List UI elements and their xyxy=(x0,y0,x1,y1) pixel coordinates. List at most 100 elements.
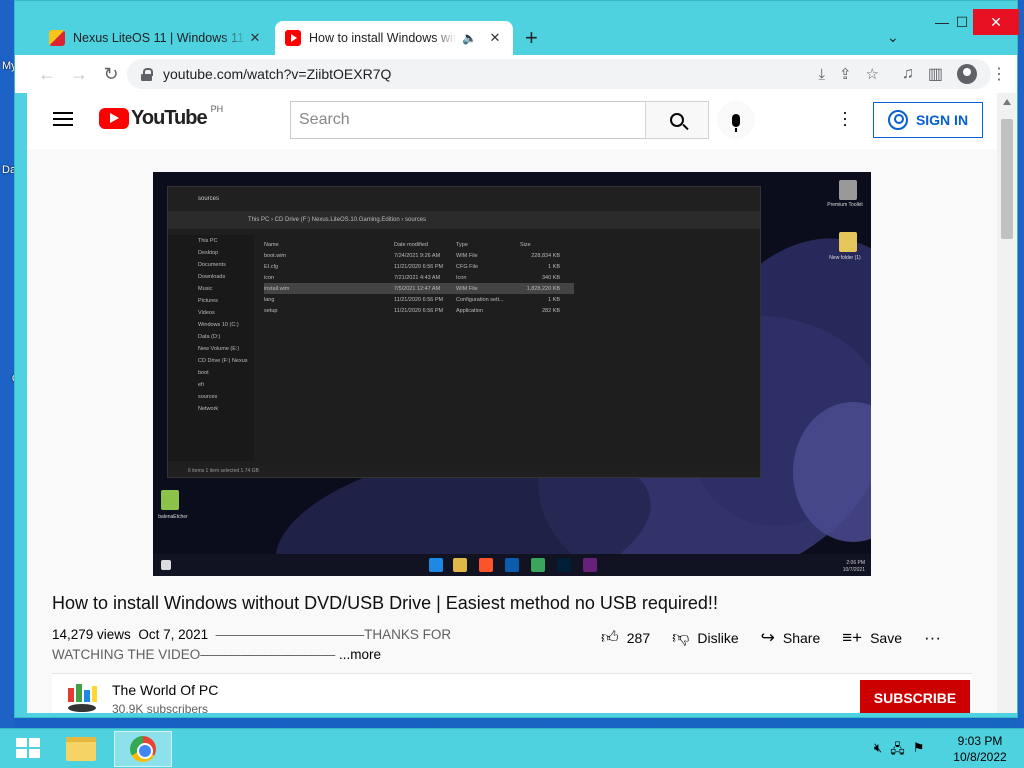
flag-icon[interactable]: ⚑ xyxy=(913,740,925,762)
system-tray: 🔇︎ 🖧 ⚑ xyxy=(874,740,924,762)
video-clock: 2:06 PM 10/7/2021 xyxy=(842,560,865,573)
sidebar-item: Data (D:) xyxy=(198,334,221,340)
channel-row: The World Of PC 30.9K subscribers SUBSCR… xyxy=(52,673,972,713)
page-scrollbar[interactable] xyxy=(997,93,1017,713)
thumbs-down-icon: 👎︎ xyxy=(672,628,690,647)
youtube-favicon-icon xyxy=(285,30,301,46)
sidebar-item: boot xyxy=(198,370,209,376)
youtube-play-icon xyxy=(99,108,129,129)
more-actions-button[interactable]: ··· xyxy=(924,628,941,648)
desktop-icon-label: balenaEtcher xyxy=(158,514,188,520)
volume-muted-icon[interactable]: 🔇︎ xyxy=(874,740,882,762)
start-button[interactable] xyxy=(0,731,58,767)
taskbar-clock[interactable]: 9:03 PM 10/8/2022 xyxy=(950,733,1010,765)
clock-date: 10/8/2022 xyxy=(953,750,1007,764)
sidebar-item: This PC xyxy=(198,238,218,244)
browser-toolbar: ← → ↻ youtube.com/watch?v=ZiibtOEXR7Q ⤓ … xyxy=(15,55,1017,93)
video-player[interactable]: sources This PC › CD Drive (F:) Nexus.Li… xyxy=(153,172,871,576)
more-horizontal-icon: ··· xyxy=(924,627,941,647)
media-control-icon[interactable]: ♫ xyxy=(902,65,914,83)
lock-icon[interactable] xyxy=(141,67,153,81)
subscribe-button[interactable]: SUBSCRIBE xyxy=(860,680,970,713)
share-button[interactable]: ↪ Share xyxy=(761,628,821,648)
dislike-button[interactable]: 👎︎ Dislike xyxy=(672,627,739,648)
tab-close-icon[interactable]: ✕ xyxy=(247,30,263,46)
settings-more-icon[interactable]: · · · xyxy=(839,103,851,133)
microphone-icon xyxy=(732,113,740,132)
sidebar-item: Windows 10 (C:) xyxy=(198,322,239,328)
channel-name[interactable]: The World Of PC xyxy=(112,682,218,698)
sidebar-item: sources xyxy=(198,394,218,400)
back-arrow-icon[interactable]: ← xyxy=(31,64,63,85)
dislike-label: Dislike xyxy=(697,629,739,646)
new-tab-button[interactable]: + xyxy=(525,25,538,51)
reload-icon[interactable]: ↻ xyxy=(95,64,127,85)
side-panel-icon[interactable]: ▥ xyxy=(928,64,943,84)
photoshop-icon xyxy=(557,558,571,572)
install-app-icon[interactable]: ⤓ xyxy=(818,66,825,83)
scrollbar-thumb[interactable] xyxy=(1001,119,1013,239)
chrome-taskbar-button[interactable] xyxy=(114,731,172,767)
desktop-icon-label: New folder (1) xyxy=(829,255,861,261)
tab-strip: Nexus LiteOS 11 | Windows 11 Lite ✕ How … xyxy=(15,1,1019,55)
show-more-link[interactable]: ...more xyxy=(339,647,381,662)
voice-search-button[interactable] xyxy=(717,101,755,139)
file-explorer-taskbar-button[interactable] xyxy=(52,731,110,767)
address-bar[interactable]: youtube.com/watch?v=ZiibtOEXR7Q ⤓ ⇪ ☆ xyxy=(127,59,991,89)
file-row: lang 11/21/2020 6:56 PM Configuration se… xyxy=(264,296,560,303)
youtube-header: YouTube PH Search · · · SIGN IN xyxy=(27,93,997,149)
desktop-background-left xyxy=(0,0,14,730)
share-arrow-icon: ↪ xyxy=(760,627,775,647)
youtube-logo[interactable]: YouTube PH xyxy=(99,103,224,130)
tab-nexus-liteos[interactable]: Nexus LiteOS 11 | Windows 11 Lite ✕ xyxy=(39,21,273,55)
like-button[interactable]: 👍︎ 287 xyxy=(601,627,650,648)
tab-close-icon[interactable]: ✕ xyxy=(487,30,503,46)
brave-icon xyxy=(479,558,493,572)
explorer-icon xyxy=(453,558,467,572)
thumbs-up-icon: 👍︎ xyxy=(601,628,619,647)
balena-etcher-icon xyxy=(161,490,179,510)
tab-youtube-video[interactable]: How to install Windows without DVD/USB D… xyxy=(275,21,513,55)
network-icon[interactable]: 🖧 xyxy=(890,740,905,762)
view-count: 14,279 views xyxy=(52,627,131,642)
search-input[interactable]: Search xyxy=(290,101,645,139)
country-code: PH xyxy=(210,103,224,114)
explorer-address: This PC › CD Drive (F:) Nexus.LiteOS.10.… xyxy=(168,211,760,229)
explorer-sidebar: This PC Desktop Documents Downloads Musi… xyxy=(168,235,254,461)
profile-avatar-icon[interactable] xyxy=(957,64,977,84)
share-icon[interactable]: ⇪ xyxy=(839,65,852,83)
save-button[interactable]: ≡+ Save xyxy=(842,628,902,648)
file-row: EI.cfg 11/21/2020 6:56 PM CFG File 1 KB xyxy=(264,263,560,270)
clock-time: 9:03 PM xyxy=(957,734,1003,748)
sidebar-item: CD Drive (F:) Nexus xyxy=(198,358,248,364)
search-placeholder: Search xyxy=(299,111,350,128)
folder-icon xyxy=(66,737,96,761)
share-label: Share xyxy=(782,629,821,646)
menu-hamburger-icon[interactable] xyxy=(53,112,73,126)
close-button[interactable]: ✕ xyxy=(973,9,1019,35)
app-icon xyxy=(531,558,545,572)
forward-arrow-icon[interactable]: → xyxy=(63,64,95,85)
folder-icon xyxy=(839,232,857,252)
speaker-icon[interactable]: 🔈 xyxy=(462,31,477,45)
windows-logo-icon xyxy=(16,738,42,760)
bookmark-star-icon[interactable]: ☆ xyxy=(866,65,879,83)
file-explorer-window: sources This PC › CD Drive (F:) Nexus.Li… xyxy=(167,186,761,478)
upload-date: Oct 7, 2021 xyxy=(138,627,209,642)
sign-in-button[interactable]: SIGN IN xyxy=(873,102,983,138)
channel-avatar[interactable] xyxy=(64,682,100,713)
scroll-up-arrow-icon[interactable] xyxy=(1003,99,1011,105)
account-icon xyxy=(887,110,908,130)
file-row: boot.wim 7/24/2021 9:26 AM WIM File 228,… xyxy=(264,252,560,259)
video-description[interactable]: 14,279 views Oct 7, 2021 ———————————THAN… xyxy=(52,625,472,665)
sidebar-item: Videos xyxy=(198,310,215,316)
browser-menu-icon[interactable]: ⋮ xyxy=(991,64,1007,84)
sidebar-item: efi xyxy=(198,382,204,388)
file-row: setup 11/21/2020 6:56 PM Application 282… xyxy=(264,307,560,314)
youtube-page: YouTube PH Search · · · SIGN IN sources … xyxy=(27,93,997,713)
search-button[interactable] xyxy=(645,101,709,139)
visual-studio-icon xyxy=(583,558,597,572)
sidebar-item: Network xyxy=(198,406,219,412)
file-list-header: Name Date modified Type Size xyxy=(264,241,531,248)
tab-search-chevron-icon[interactable]: ⌄ xyxy=(887,29,899,46)
